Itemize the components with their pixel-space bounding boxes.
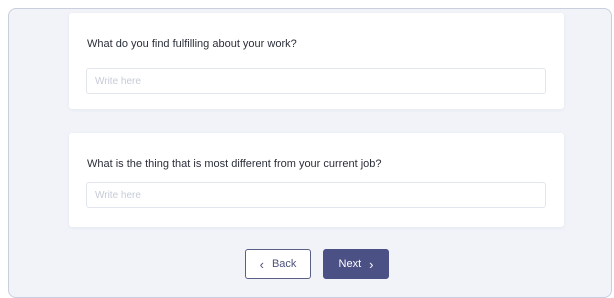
- chevron-right-icon: ›: [369, 256, 374, 272]
- question-label-fulfilling: What do you find fulfilling about your w…: [87, 38, 297, 50]
- chevron-left-icon: ‹: [259, 256, 264, 272]
- back-button-label: Back: [271, 258, 297, 270]
- survey-panel: What do you find fulfilling about your w…: [8, 8, 612, 298]
- back-button[interactable]: ‹ Back: [245, 249, 311, 279]
- next-button[interactable]: Next ›: [323, 249, 389, 279]
- question-card-fulfilling: What do you find fulfilling about your w…: [69, 13, 564, 109]
- answer-input-most-different[interactable]: [86, 182, 546, 208]
- question-card-most-different: What is the thing that is most different…: [69, 133, 564, 227]
- question-label-most-different: What is the thing that is most different…: [87, 158, 382, 170]
- answer-input-fulfilling[interactable]: [86, 68, 546, 94]
- next-button-label: Next: [338, 258, 362, 270]
